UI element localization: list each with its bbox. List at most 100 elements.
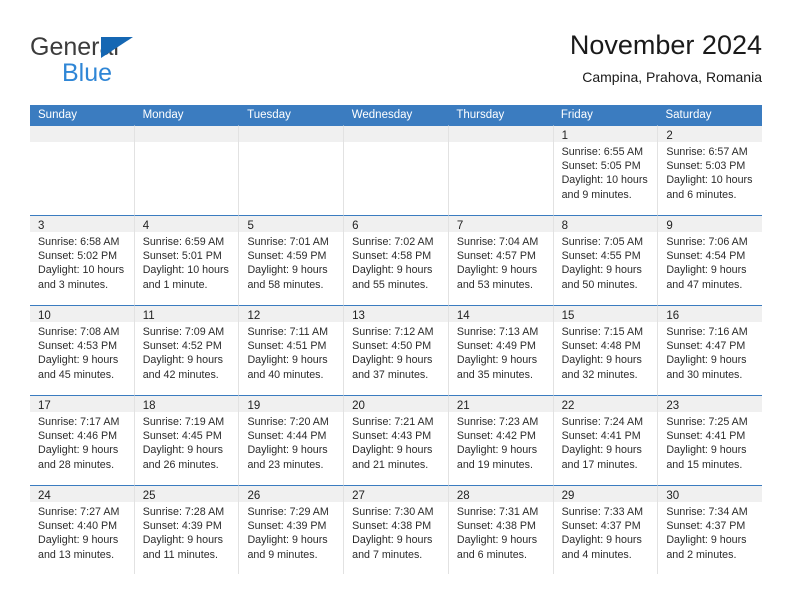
calendar-day-cell[interactable]: 27 Sunrise: 7:30 AM Sunset: 4:38 PM Dayligh…	[344, 485, 449, 574]
calendar-day-cell[interactable]: 12 Sunrise: 7:11 AM Sunset: 4:51 PM Dayligh…	[239, 305, 345, 395]
daylight-duration-line2: and 37 minutes.	[352, 368, 429, 381]
calendar-day-cell[interactable]: 24 Sunrise: 7:27 AM Sunset: 4:40 PM Dayligh…	[30, 485, 135, 574]
sunrise-time: Sunrise: 7:12 AM	[352, 326, 434, 338]
calendar-day-cell[interactable]: 6 Sunrise: 7:02 AM Sunset: 4:58 PM Daylight…	[344, 215, 449, 305]
day-number-band: 6	[344, 216, 448, 232]
daylight-duration-line1: Daylight: 9 hours	[142, 354, 223, 367]
daylight-duration-line1: Daylight: 9 hours	[561, 354, 642, 367]
sunrise-time: Sunrise: 7:21 AM	[352, 416, 434, 428]
calendar-day-cell[interactable]: 19 Sunrise: 7:20 AM Sunset: 4:44 PM Dayligh…	[239, 395, 345, 485]
day-number-band: 19	[239, 396, 344, 412]
day-number: 18	[142, 400, 156, 412]
day-number-band: 9	[658, 216, 763, 232]
calendar-day-cell[interactable]: 11 Sunrise: 7:09 AM Sunset: 4:52 PM Dayligh…	[134, 305, 240, 395]
calendar-day-cell[interactable]: 9 Sunrise: 7:06 AM Sunset: 4:54 PM Daylight…	[658, 215, 763, 305]
sunrise-time: Sunrise: 7:33 AM	[561, 506, 643, 518]
weekday-header-thursday: Thursday	[456, 109, 505, 121]
day-details: Sunrise: 7:24 AM Sunset: 4:41 PM Daylight:…	[554, 412, 658, 472]
sunset-time: Sunset: 4:42 PM	[456, 430, 536, 443]
calendar-day-cell[interactable]: 26 Sunrise: 7:29 AM Sunset: 4:39 PM Dayligh…	[239, 485, 345, 574]
calendar-day-cell[interactable]: 17 Sunrise: 7:17 AM Sunset: 4:46 PM Dayligh…	[30, 395, 135, 485]
calendar-day-cell[interactable]: 29 Sunrise: 7:33 AM Sunset: 4:37 PM Dayligh…	[553, 485, 659, 574]
day-details: Sunrise: 7:17 AM Sunset: 4:46 PM Daylight:…	[30, 412, 134, 472]
day-number-band: 13	[344, 306, 448, 322]
sunset-time: Sunset: 4:58 PM	[352, 250, 432, 263]
sunset-time: Sunset: 4:38 PM	[456, 520, 536, 533]
daylight-duration-line2: and 23 minutes.	[247, 458, 324, 471]
calendar-day-cell-empty	[239, 125, 345, 215]
daylight-duration-line1: Daylight: 9 hours	[142, 444, 223, 457]
sunset-time: Sunset: 4:43 PM	[352, 430, 432, 443]
calendar-day-cell[interactable]: 21 Sunrise: 7:23 AM Sunset: 4:42 PM Dayligh…	[448, 395, 554, 485]
daylight-duration-line1: Daylight: 10 hours	[561, 174, 648, 187]
day-number: 8	[561, 220, 568, 232]
calendar-day-cell-empty	[30, 125, 135, 215]
daylight-duration-line2: and 9 minutes.	[247, 548, 318, 561]
calendar-day-cell[interactable]: 10 Sunrise: 7:08 AM Sunset: 4:53 PM Dayligh…	[30, 305, 135, 395]
daylight-duration-line1: Daylight: 9 hours	[561, 534, 642, 547]
calendar-day-cell[interactable]: 25 Sunrise: 7:28 AM Sunset: 4:39 PM Dayligh…	[134, 485, 240, 574]
calendar-day-cell[interactable]: 15 Sunrise: 7:15 AM Sunset: 4:48 PM Dayligh…	[553, 305, 659, 395]
weekday-header-monday: Monday	[142, 109, 184, 121]
daylight-duration-line2: and 47 minutes.	[666, 278, 743, 291]
day-details: Sunrise: 7:31 AM Sunset: 4:38 PM Daylight:…	[449, 502, 553, 562]
calendar-day-cell[interactable]: 5 Sunrise: 7:01 AM Sunset: 4:59 PM Daylight…	[239, 215, 345, 305]
sunrise-time: Sunrise: 7:16 AM	[666, 326, 748, 338]
daylight-duration-line2: and 17 minutes.	[561, 458, 638, 471]
day-details: Sunrise: 7:28 AM Sunset: 4:39 PM Daylight:…	[135, 502, 239, 562]
calendar-day-cell[interactable]: 8 Sunrise: 7:05 AM Sunset: 4:55 PM Daylight…	[553, 215, 659, 305]
daylight-duration-line2: and 3 minutes.	[38, 278, 109, 291]
sunset-time: Sunset: 4:41 PM	[666, 430, 746, 443]
calendar-day-cell[interactable]: 30 Sunrise: 7:34 AM Sunset: 4:37 PM Dayligh…	[658, 485, 763, 574]
sunrise-time: Sunrise: 7:29 AM	[247, 506, 329, 518]
day-number-band: 15	[553, 306, 658, 322]
title-block: November 2024 Campina, Prahova, Romania	[570, 28, 762, 87]
daylight-duration-line1: Daylight: 9 hours	[352, 534, 433, 547]
calendar-day-cell[interactable]: 23 Sunrise: 7:25 AM Sunset: 4:41 PM Dayligh…	[658, 395, 763, 485]
day-number: 28	[456, 490, 470, 502]
calendar-day-cell[interactable]: 20 Sunrise: 7:21 AM Sunset: 4:43 PM Dayligh…	[344, 395, 449, 485]
calendar-day-cell[interactable]: 2 Sunrise: 6:57 AM Sunset: 5:03 PM Daylight…	[658, 125, 763, 215]
sunset-time: Sunset: 4:51 PM	[247, 340, 327, 353]
daylight-duration-line2: and 2 minutes.	[666, 548, 737, 561]
calendar-day-cell[interactable]: 22 Sunrise: 7:24 AM Sunset: 4:41 PM Dayligh…	[553, 395, 659, 485]
daylight-duration-line1: Daylight: 9 hours	[352, 264, 433, 277]
calendar-day-cell[interactable]: 7 Sunrise: 7:04 AM Sunset: 4:57 PM Daylight…	[448, 215, 554, 305]
calendar-day-cell[interactable]: 4 Sunrise: 6:59 AM Sunset: 5:01 PM Daylight…	[134, 215, 240, 305]
calendar-day-cell[interactable]: 1 Sunrise: 6:55 AM Sunset: 5:05 PM Daylight…	[553, 125, 659, 215]
sunrise-time: Sunrise: 6:59 AM	[142, 236, 225, 248]
daylight-duration-line2: and 1 minute.	[142, 278, 208, 291]
sunrise-time: Sunrise: 7:34 AM	[666, 506, 748, 518]
calendar-day-cell[interactable]: 3 Sunrise: 6:58 AM Sunset: 5:02 PM Daylight…	[30, 215, 135, 305]
day-number: 24	[38, 490, 51, 502]
day-details: Sunrise: 7:02 AM Sunset: 4:58 PM Daylight:…	[344, 232, 448, 292]
calendar-week-row: 10 Sunrise: 7:08 AM Sunset: 4:53 PM Dayligh…	[30, 305, 763, 395]
sunset-time: Sunset: 4:37 PM	[666, 520, 746, 533]
daylight-duration-line2: and 19 minutes.	[456, 458, 533, 471]
daylight-duration-line1: Daylight: 9 hours	[247, 264, 328, 277]
sunset-time: Sunset: 5:01 PM	[142, 250, 222, 263]
calendar-weeks: 1 Sunrise: 6:55 AM Sunset: 5:05 PM Daylight…	[30, 125, 763, 574]
daylight-duration-line1: Daylight: 9 hours	[38, 444, 119, 457]
calendar-day-cell[interactable]: 18 Sunrise: 7:19 AM Sunset: 4:45 PM Dayligh…	[134, 395, 240, 485]
calendar-day-cell[interactable]: 13 Sunrise: 7:12 AM Sunset: 4:50 PM Dayligh…	[344, 305, 449, 395]
calendar-day-cell[interactable]: 28 Sunrise: 7:31 AM Sunset: 4:38 PM Dayligh…	[448, 485, 554, 574]
daylight-duration-line1: Daylight: 9 hours	[666, 354, 747, 367]
day-number: 19	[247, 400, 261, 412]
calendar-day-cell[interactable]: 16 Sunrise: 7:16 AM Sunset: 4:47 PM Dayligh…	[658, 305, 763, 395]
logo-text-blue: Blue	[62, 59, 113, 87]
general-blue-logo[interactable]: General Blue	[30, 34, 230, 90]
sunrise-time: Sunrise: 7:02 AM	[352, 236, 434, 248]
day-number-band	[134, 126, 239, 142]
day-number: 1	[561, 130, 568, 142]
daylight-duration-line1: Daylight: 9 hours	[456, 354, 538, 367]
sunrise-time: Sunrise: 7:27 AM	[38, 506, 120, 518]
sunrise-time: Sunrise: 7:04 AM	[456, 236, 539, 248]
day-number-band: 30	[658, 486, 763, 502]
day-number-band: 29	[553, 486, 658, 502]
day-number-band: 7	[448, 216, 553, 232]
calendar-day-cell[interactable]: 14 Sunrise: 7:13 AM Sunset: 4:49 PM Dayligh…	[448, 305, 554, 395]
sunset-time: Sunset: 4:49 PM	[456, 340, 536, 353]
day-details: Sunrise: 7:30 AM Sunset: 4:38 PM Daylight:…	[344, 502, 448, 562]
day-number-band: 27	[344, 486, 448, 502]
